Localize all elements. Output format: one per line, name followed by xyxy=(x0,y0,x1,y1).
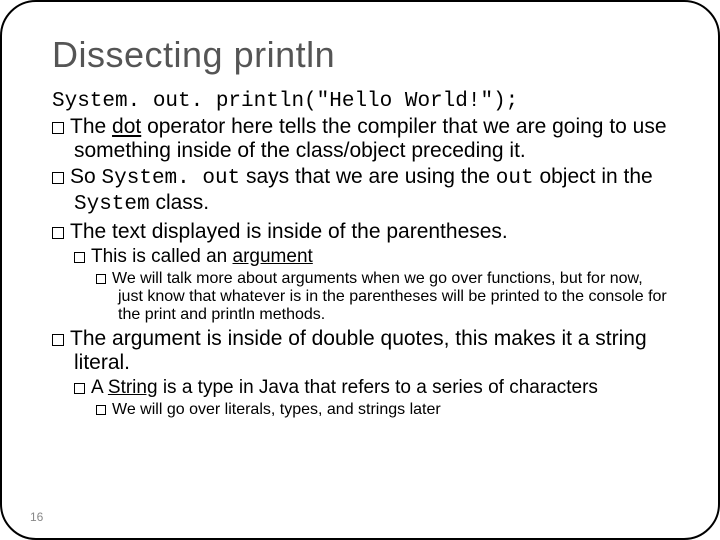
checkbox-icon xyxy=(52,227,64,239)
code-inline: System. out xyxy=(102,167,241,190)
checkbox-icon xyxy=(52,172,64,184)
slide: Dissecting println System. out. println(… xyxy=(0,0,720,540)
checkbox-icon xyxy=(96,405,106,415)
bullet-argument-detail: We will talk more about arguments when w… xyxy=(52,270,668,325)
bullet-system-out: So System. out says that we are using th… xyxy=(52,165,668,217)
text: The xyxy=(70,115,112,138)
bullet-later: We will go over literals, types, and str… xyxy=(52,401,668,419)
text: This is called an xyxy=(91,246,233,267)
text: is a type in Java that refers to a serie… xyxy=(158,377,598,398)
checkbox-icon xyxy=(74,252,85,263)
checkbox-icon xyxy=(52,334,64,346)
text: We will talk more about arguments when w… xyxy=(112,270,667,324)
text: class. xyxy=(150,191,210,214)
text: says that we are using the xyxy=(240,165,496,188)
code-line: System. out. println("Hello World!"); xyxy=(52,90,668,113)
bullet-string-literal: The argument is inside of double quotes,… xyxy=(52,327,668,375)
text: So xyxy=(70,165,102,188)
text: We will go over literals, types, and str… xyxy=(112,401,441,418)
text: The argument is inside of double quotes,… xyxy=(70,327,647,374)
code-inline: out xyxy=(496,167,534,190)
text: The text displayed is inside of the pare… xyxy=(70,220,508,243)
bullet-text-parentheses: The text displayed is inside of the pare… xyxy=(52,220,668,244)
text-underline-argument: argument xyxy=(233,246,313,267)
text-underline-string: String xyxy=(108,377,158,398)
bullet-dot-operator: The dot operator here tells the compiler… xyxy=(52,115,668,163)
text: A xyxy=(91,377,108,398)
checkbox-icon xyxy=(74,383,85,394)
slide-title: Dissecting println xyxy=(52,34,668,76)
checkbox-icon xyxy=(52,122,64,134)
text-underline-dot: dot xyxy=(112,115,141,138)
code-inline: System xyxy=(74,193,150,216)
bullet-argument: This is called an argument xyxy=(52,246,668,268)
text: object in the xyxy=(534,165,653,188)
text: operator here tells the compiler that we… xyxy=(74,115,667,162)
page-number: 16 xyxy=(30,510,43,524)
checkbox-icon xyxy=(96,274,106,284)
bullet-string-type: A String is a type in Java that refers t… xyxy=(52,377,668,399)
